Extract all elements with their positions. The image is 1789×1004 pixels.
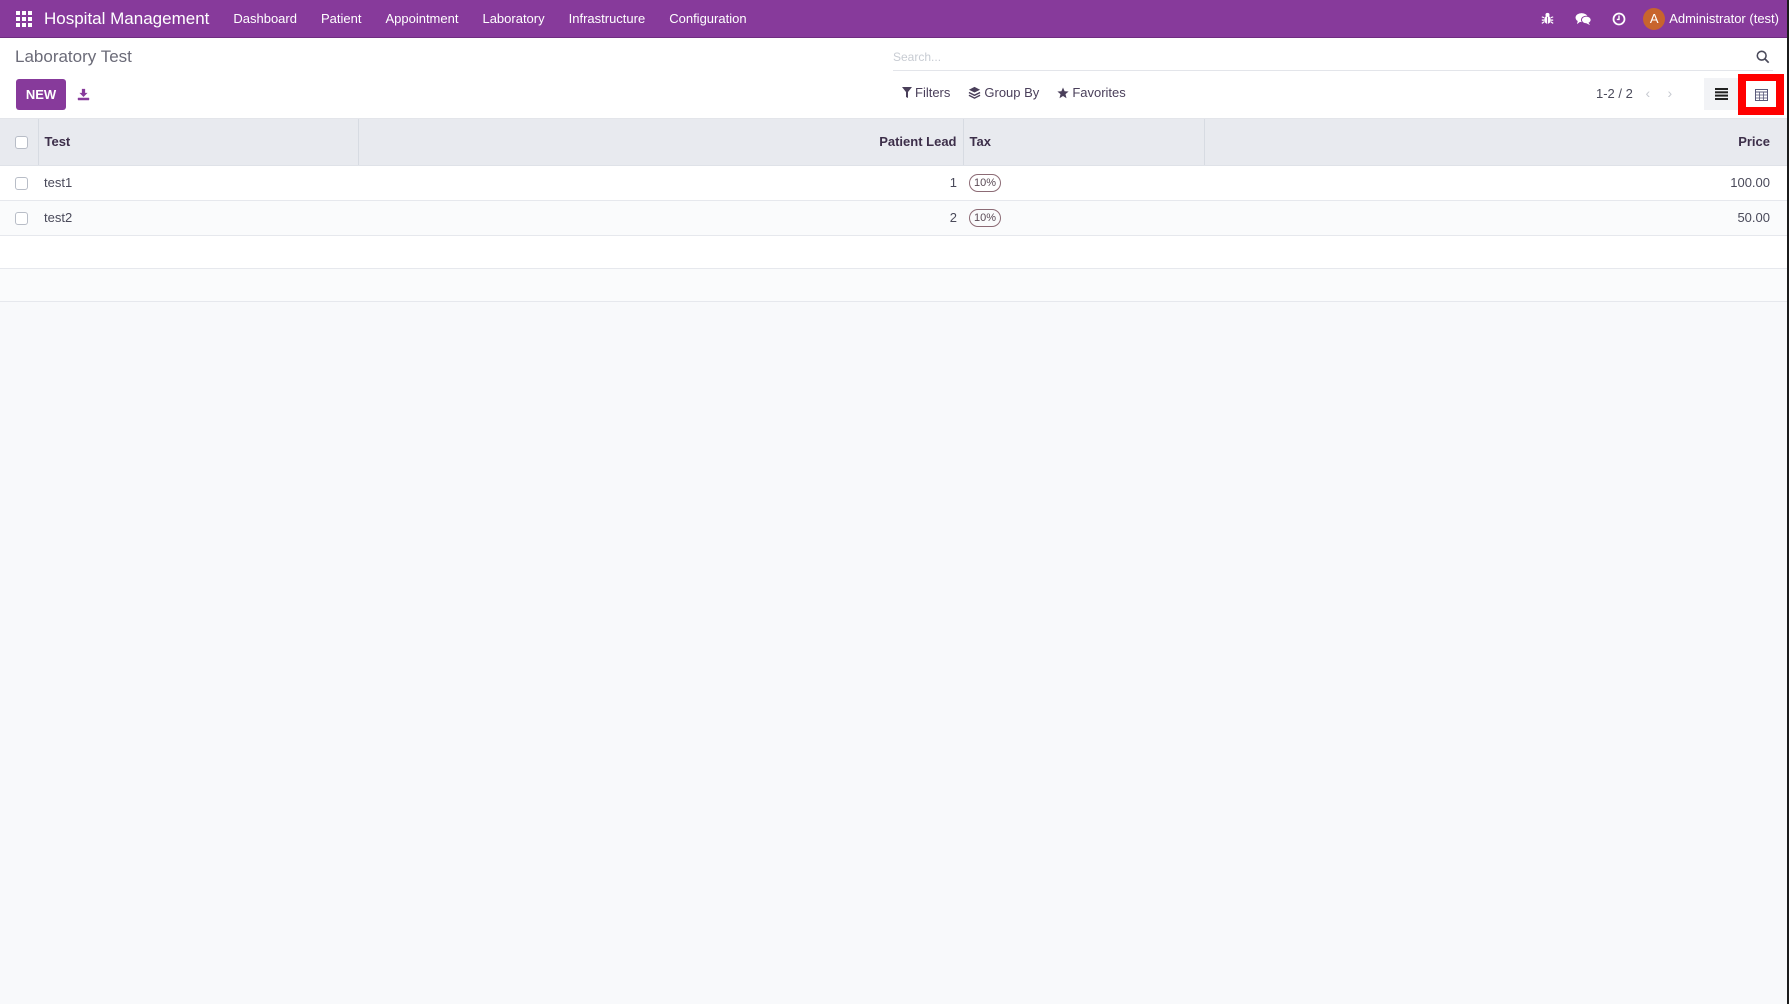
column-header-patient-lead[interactable]: Patient Lead	[357, 119, 963, 166]
control-panel: Laboratory Test NEW Filters Group By Fav…	[0, 38, 1787, 119]
table-row[interactable]: test1 1 10% 100.00	[0, 165, 1787, 201]
laboratory-test-table: Test Patient Lead Tax Price test1 1 10% …	[0, 119, 1787, 302]
top-navbar: Hospital Management Dashboard Patient Ap…	[0, 0, 1787, 38]
group-by-label: Group By	[984, 85, 1040, 100]
new-button[interactable]: NEW	[16, 79, 66, 110]
row-select-cell	[0, 165, 38, 201]
navbar-systray: A Administrator (test)	[1529, 0, 1787, 38]
pager-next-button[interactable]: ›	[1663, 85, 1677, 101]
calendar-view-button-inner	[1746, 81, 1776, 107]
row-checkbox[interactable]	[15, 212, 28, 226]
search-bar	[893, 43, 1773, 71]
menu-appointment[interactable]: Appointment	[373, 0, 470, 38]
calendar-view-icon	[1754, 88, 1768, 101]
filters-label: Filters	[915, 85, 951, 100]
empty-table-row	[0, 235, 1787, 269]
pager-value[interactable]: 1-2 / 2	[1596, 86, 1633, 101]
row-checkbox[interactable]	[15, 177, 28, 191]
table-header-row: Test Patient Lead Tax Price	[0, 119, 1787, 166]
column-header-tax[interactable]: Tax	[962, 119, 1204, 166]
avatar[interactable]: A	[1643, 7, 1666, 30]
cell-tax[interactable]: 10%	[963, 200, 1204, 236]
tax-badge: 10%	[969, 173, 1002, 192]
cell-test[interactable]: test1	[38, 165, 358, 201]
cell-tax[interactable]: 10%	[963, 165, 1204, 201]
table-row[interactable]: test2 2 10% 50.00	[0, 200, 1787, 236]
menu-patient[interactable]: Patient	[309, 0, 373, 38]
search-options: Filters Group By Favorites	[902, 85, 1126, 100]
tax-badge: 10%	[969, 208, 1002, 227]
column-header-test[interactable]: Test	[37, 119, 358, 166]
cell-test[interactable]: test2	[38, 200, 358, 236]
app-window: Hospital Management Dashboard Patient Ap…	[0, 0, 1787, 1004]
select-all-checkbox[interactable]	[15, 136, 28, 150]
calendar-view-button[interactable]	[1738, 73, 1784, 115]
row-select-cell	[0, 200, 38, 236]
select-all-cell	[0, 119, 38, 166]
list-view-button[interactable]	[1704, 78, 1738, 110]
grid-icon[interactable]	[16, 10, 32, 27]
bug-icon[interactable]	[1529, 12, 1565, 25]
clock-icon[interactable]	[1601, 12, 1637, 26]
cell-price[interactable]: 100.00	[1204, 165, 1787, 201]
favorites-label: Favorites	[1072, 85, 1126, 100]
menu-laboratory[interactable]: Laboratory	[470, 0, 556, 38]
search-input[interactable]	[893, 49, 1753, 64]
group-by-button[interactable]: Group By	[968, 85, 1039, 100]
view-switcher	[1704, 73, 1784, 115]
menu-infrastructure[interactable]: Infrastructure	[557, 0, 658, 38]
chat-icon[interactable]	[1565, 12, 1601, 26]
user-menu[interactable]: Administrator (test)	[1669, 11, 1779, 26]
column-header-price[interactable]: Price	[1203, 119, 1787, 166]
empty-table-row	[0, 268, 1787, 302]
download-icon[interactable]	[74, 85, 92, 103]
empty-cell	[0, 235, 1787, 269]
menu-configuration[interactable]: Configuration	[657, 0, 758, 38]
cell-patient-lead[interactable]: 2	[358, 200, 963, 236]
filter-icon	[902, 87, 912, 98]
menu-dashboard[interactable]: Dashboard	[221, 0, 309, 38]
app-brand[interactable]: Hospital Management	[44, 9, 209, 29]
page-title: Laboratory Test	[15, 47, 132, 66]
layers-icon	[969, 86, 981, 99]
list-view-icon	[1714, 88, 1728, 100]
filters-button[interactable]: Filters	[902, 85, 950, 100]
search-icon[interactable]	[1753, 47, 1773, 67]
cell-patient-lead[interactable]: 1	[358, 165, 963, 201]
pager-previous-button[interactable]: ‹	[1641, 85, 1655, 101]
star-icon	[1057, 87, 1069, 98]
empty-cell	[0, 268, 1787, 302]
cell-price[interactable]: 50.00	[1204, 200, 1787, 236]
favorites-button[interactable]: Favorites	[1057, 85, 1126, 100]
pager: 1-2 / 2 ‹ ›	[1596, 85, 1677, 101]
